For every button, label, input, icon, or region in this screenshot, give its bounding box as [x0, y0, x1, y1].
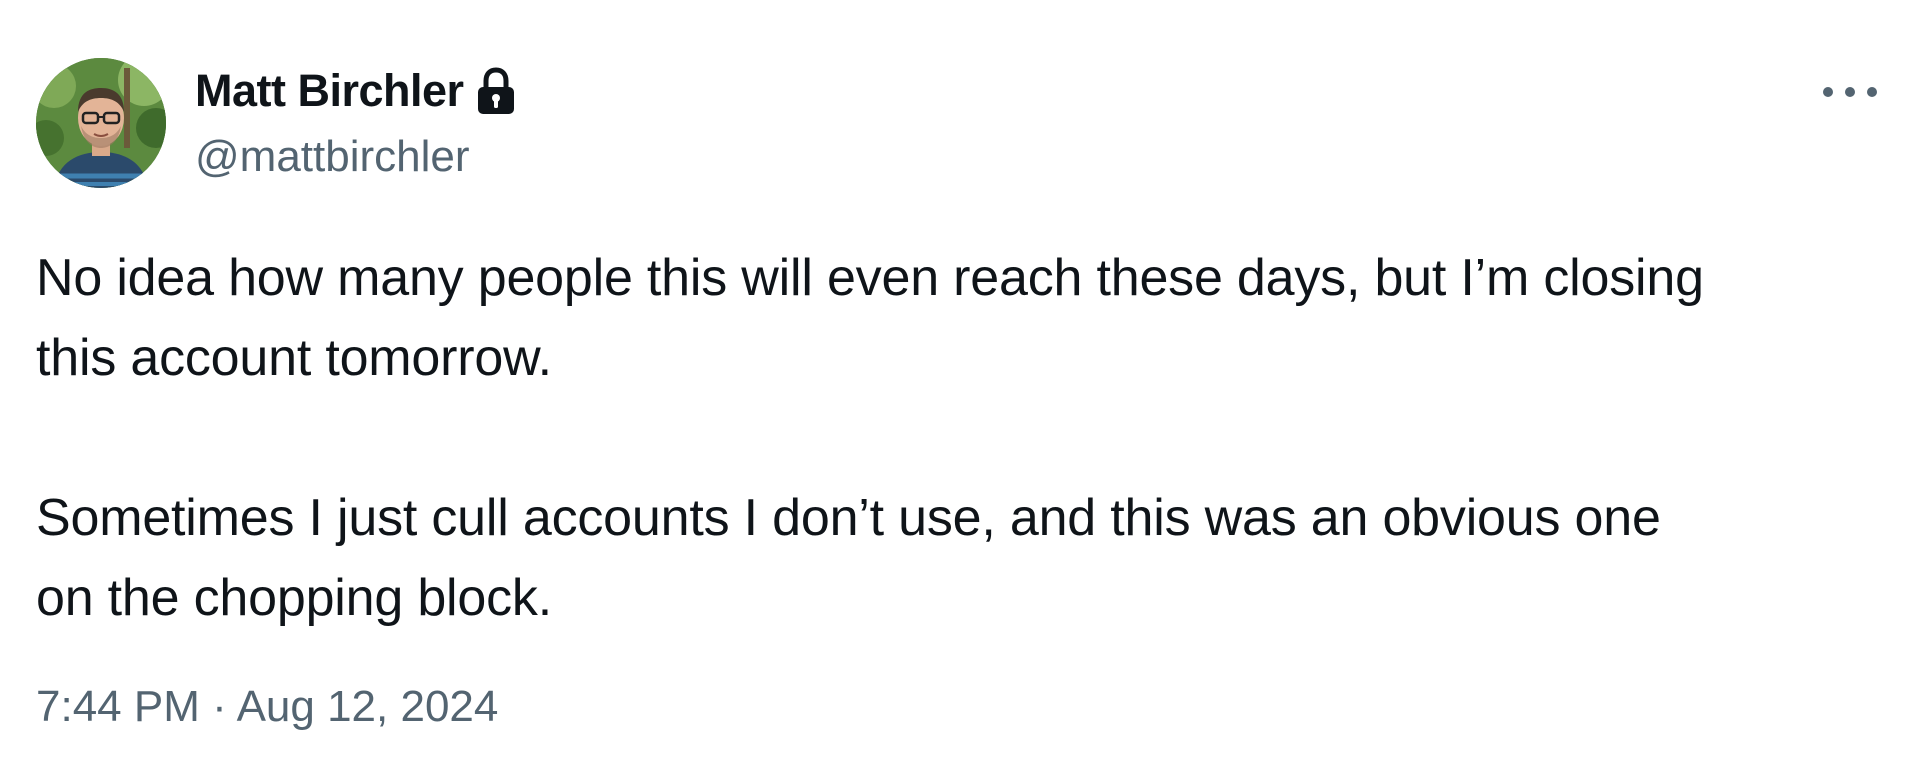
avatar[interactable] — [36, 58, 166, 188]
author-block: Matt Birchler @mattbirchler — [195, 62, 518, 182]
name-row: Matt Birchler — [195, 62, 518, 120]
display-name[interactable]: Matt Birchler — [195, 65, 464, 117]
tweet-text: No idea how many people this will even r… — [36, 238, 1896, 638]
handle[interactable]: @mattbirchler — [195, 132, 518, 182]
tweet-text-line: No idea how many people this will even r… — [36, 249, 1704, 307]
tweet-text-line: Sometimes I just cull accounts I don’t u… — [36, 489, 1661, 547]
more-horizontal-icon[interactable] — [1818, 72, 1882, 112]
avatar-photo — [36, 58, 166, 188]
tweet-timestamp[interactable]: 7:44 PM · Aug 12, 2024 — [36, 682, 498, 732]
tweet-text-line: on the chopping block. — [36, 569, 552, 627]
tweet-date: Aug 12, 2024 — [236, 682, 499, 731]
meta-separator: · — [212, 682, 227, 731]
tweet-time: 7:44 PM — [36, 682, 200, 731]
lock-icon — [474, 66, 518, 116]
tweet-card: Matt Birchler @mattbirchler No idea how … — [0, 0, 1920, 768]
tweet-text-line: this account tomorrow. — [36, 329, 552, 387]
